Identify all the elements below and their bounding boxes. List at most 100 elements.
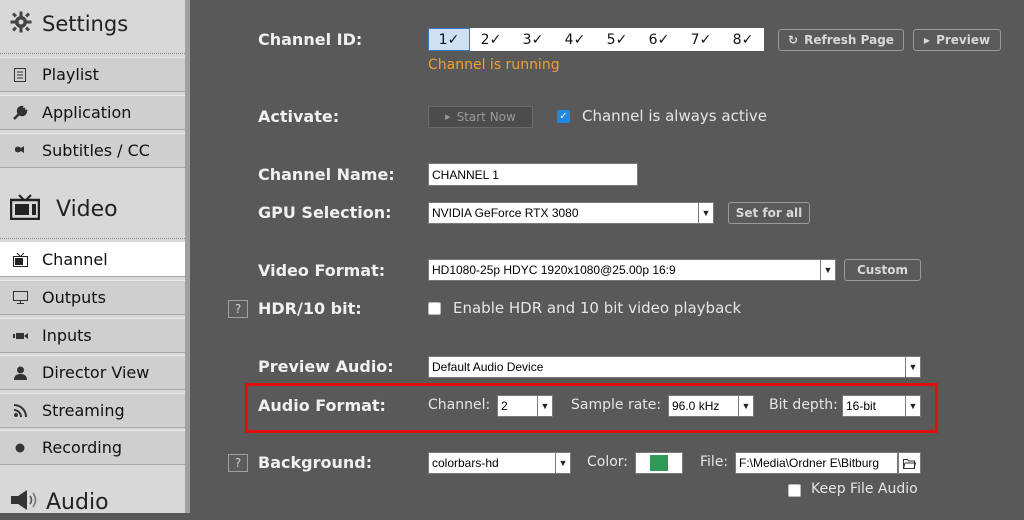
- channel-tab-8[interactable]: 8✓: [722, 28, 764, 51]
- sidebar-item-subtitles[interactable]: Subtitles / CC: [0, 133, 185, 168]
- user-icon: [12, 365, 28, 381]
- keep-file-audio-checkbox[interactable]: [788, 484, 801, 497]
- wifi-icon: [12, 403, 28, 419]
- sidebar-item-label: Director View: [42, 363, 150, 382]
- playlist-icon: [12, 67, 28, 83]
- channel-tab-5[interactable]: 5✓: [596, 28, 638, 51]
- refresh-page-label: Refresh Page: [804, 33, 894, 47]
- video-section-header: Video: [0, 188, 185, 230]
- video-title: Video: [56, 196, 118, 222]
- background-select[interactable]: colorbars-hd ▼: [428, 452, 571, 474]
- channel-id-label: Channel ID:: [258, 30, 363, 49]
- sidebar-item-inputs[interactable]: Inputs: [0, 318, 185, 353]
- color-label: Color:: [587, 454, 629, 470]
- refresh-page-button[interactable]: ↻ Refresh Page: [778, 29, 904, 51]
- file-path-input[interactable]: F:\Media\Ordner E\Bitburg: [735, 452, 898, 474]
- sidebar-item-label: Application: [42, 103, 132, 122]
- file-label: File:: [700, 454, 729, 470]
- hdr-checkbox[interactable]: [428, 302, 441, 315]
- divider: [0, 53, 185, 54]
- background-value: colorbars-hd: [432, 456, 499, 470]
- hdr-help-button[interactable]: ?: [228, 300, 248, 318]
- color-swatch: [650, 455, 668, 471]
- audio-channel-value: 2: [501, 399, 508, 413]
- always-active-label: Channel is always active: [582, 107, 767, 125]
- chevron-down-icon: ▼: [905, 357, 920, 377]
- sidebar: Settings Playlist Application Subtitles …: [0, 0, 188, 515]
- bit-depth-value: 16-bit: [846, 399, 877, 413]
- hdr-label: HDR/10 bit:: [258, 299, 362, 318]
- channel-tab-2[interactable]: 2✓: [470, 28, 512, 51]
- subtitles-icon: [12, 143, 28, 159]
- sidebar-item-recording[interactable]: Recording: [0, 430, 185, 465]
- tv-icon: [9, 194, 41, 224]
- sample-rate-label: Sample rate:: [571, 397, 662, 413]
- gpu-select[interactable]: NVIDIA GeForce RTX 3080 ▼: [428, 202, 714, 224]
- video-format-select[interactable]: HD1080-25p HDYC 1920x1080@25.00p 16:9 ▼: [428, 259, 836, 281]
- chevron-down-icon: ▼: [738, 396, 753, 416]
- preview-audio-label: Preview Audio:: [258, 357, 394, 376]
- channel-tab-7[interactable]: 7✓: [680, 28, 722, 51]
- channel-name-label: Channel Name:: [258, 165, 395, 184]
- set-for-all-button[interactable]: Set for all: [728, 202, 810, 224]
- audio-format-label: Audio Format:: [258, 396, 386, 415]
- sidebar-item-label: Playlist: [42, 65, 99, 84]
- sidebar-divider[interactable]: [185, 0, 190, 513]
- gear-icon: [10, 11, 32, 37]
- channel-tab-4[interactable]: 4✓: [554, 28, 596, 51]
- video-format-label: Video Format:: [258, 261, 386, 280]
- preview-audio-value: Default Audio Device: [432, 360, 544, 374]
- audio-channel-select[interactable]: 2 ▼: [497, 395, 553, 417]
- sidebar-item-label: Channel: [42, 250, 108, 269]
- sidebar-item-label: Subtitles / CC: [42, 141, 150, 160]
- wrench-icon: [12, 105, 28, 121]
- channel-name-input[interactable]: CHANNEL 1: [428, 163, 638, 186]
- sample-rate-select[interactable]: 96.0 kHz ▼: [668, 395, 754, 417]
- check-icon: ✓: [559, 111, 568, 122]
- chevron-down-icon: ▼: [555, 453, 570, 473]
- sidebar-item-playlist[interactable]: Playlist: [0, 57, 185, 92]
- channel-tab-6[interactable]: 6✓: [638, 28, 680, 51]
- chevron-down-icon: ▼: [820, 260, 835, 280]
- hdr-checkbox-label: Enable HDR and 10 bit video playback: [453, 299, 742, 317]
- preview-audio-select[interactable]: Default Audio Device ▼: [428, 356, 921, 378]
- audio-section-header: Audio: [0, 484, 185, 520]
- channel-tab-1[interactable]: 1✓: [428, 28, 470, 51]
- sidebar-item-label: Streaming: [42, 401, 125, 420]
- background-label: Background:: [258, 453, 373, 472]
- always-active-checkbox[interactable]: ✓: [557, 110, 570, 123]
- chevron-down-icon: ▼: [698, 203, 713, 223]
- tv-icon: [12, 252, 28, 268]
- sidebar-item-outputs[interactable]: Outputs: [0, 280, 185, 315]
- play-icon: ▶: [445, 113, 451, 121]
- start-now-label: Start Now: [456, 110, 516, 124]
- browse-button[interactable]: [898, 452, 921, 474]
- preview-label: Preview: [936, 33, 991, 47]
- sidebar-item-director-view[interactable]: Director View: [0, 355, 185, 390]
- sidebar-item-streaming[interactable]: Streaming: [0, 393, 185, 428]
- sidebar-item-label: Outputs: [42, 288, 106, 307]
- audio-title: Audio: [46, 489, 109, 515]
- monitor-icon: [12, 290, 28, 306]
- sidebar-item-application[interactable]: Application: [0, 95, 185, 130]
- activate-label: Activate:: [258, 107, 340, 126]
- audio-channel-label: Channel:: [428, 397, 491, 413]
- chevron-down-icon: ▼: [905, 396, 920, 416]
- sidebar-item-channel[interactable]: Channel: [0, 242, 185, 277]
- settings-section-header: Settings: [0, 6, 185, 42]
- preview-button[interactable]: ▶ Preview: [913, 29, 1001, 51]
- channel-tabs: 1✓ 2✓ 3✓ 4✓ 5✓ 6✓ 7✓ 8✓: [428, 28, 764, 51]
- keep-file-audio-label: Keep File Audio: [811, 481, 918, 497]
- start-now-button[interactable]: ▶ Start Now: [428, 106, 533, 128]
- color-picker[interactable]: [635, 452, 683, 474]
- gpu-selection-label: GPU Selection:: [258, 203, 392, 222]
- bit-depth-label: Bit depth:: [769, 397, 838, 413]
- bit-depth-select[interactable]: 16-bit ▼: [842, 395, 921, 417]
- custom-button[interactable]: Custom: [844, 259, 921, 281]
- folder-open-icon: [902, 454, 917, 473]
- sample-rate-value: 96.0 kHz: [672, 399, 720, 413]
- background-help-button[interactable]: ?: [228, 454, 248, 472]
- record-icon: [12, 440, 28, 456]
- channel-tab-3[interactable]: 3✓: [512, 28, 554, 51]
- sidebar-item-label: Recording: [42, 438, 123, 457]
